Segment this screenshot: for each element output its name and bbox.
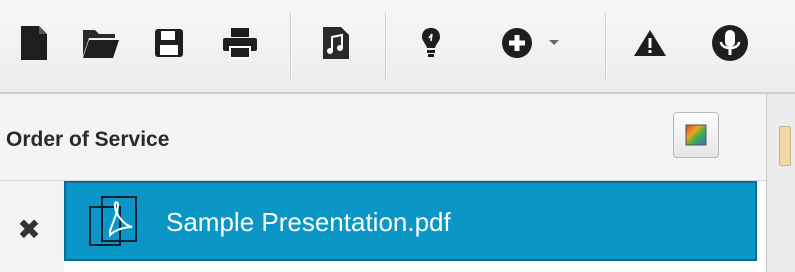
chevron-down-icon <box>548 39 560 47</box>
toolbar-separator <box>605 12 606 80</box>
open-folder-icon[interactable] <box>79 21 123 65</box>
pdf-file-icon <box>88 195 144 254</box>
save-icon[interactable] <box>147 21 191 65</box>
panel-title: Order of Service <box>6 128 170 151</box>
print-icon[interactable] <box>218 21 262 65</box>
list-item[interactable]: Sample Presentation.pdf <box>64 181 757 261</box>
service-list: Sample Presentation.pdf <box>64 181 766 272</box>
order-of-service-panel: Order of Service ✖ Sample Presentation.p… <box>0 94 767 272</box>
new-document-icon[interactable] <box>12 21 56 65</box>
microphone-icon[interactable] <box>708 21 752 65</box>
panel-tab[interactable] <box>779 126 791 166</box>
remove-item-button[interactable]: ✖ <box>14 214 44 245</box>
lightbulb-icon[interactable] <box>409 21 453 65</box>
add-circle-icon <box>500 26 534 60</box>
toolbar-separator <box>385 12 386 80</box>
main-toolbar <box>0 0 795 94</box>
theme-palette-icon <box>685 124 707 146</box>
adjacent-panel-edge <box>767 94 795 272</box>
theme-button[interactable] <box>673 112 719 158</box>
song-file-icon[interactable] <box>314 21 358 65</box>
add-dropdown-button[interactable] <box>490 21 570 65</box>
warning-icon[interactable] <box>628 21 672 65</box>
toolbar-separator <box>290 12 291 80</box>
list-item-label: Sample Presentation.pdf <box>166 207 451 237</box>
